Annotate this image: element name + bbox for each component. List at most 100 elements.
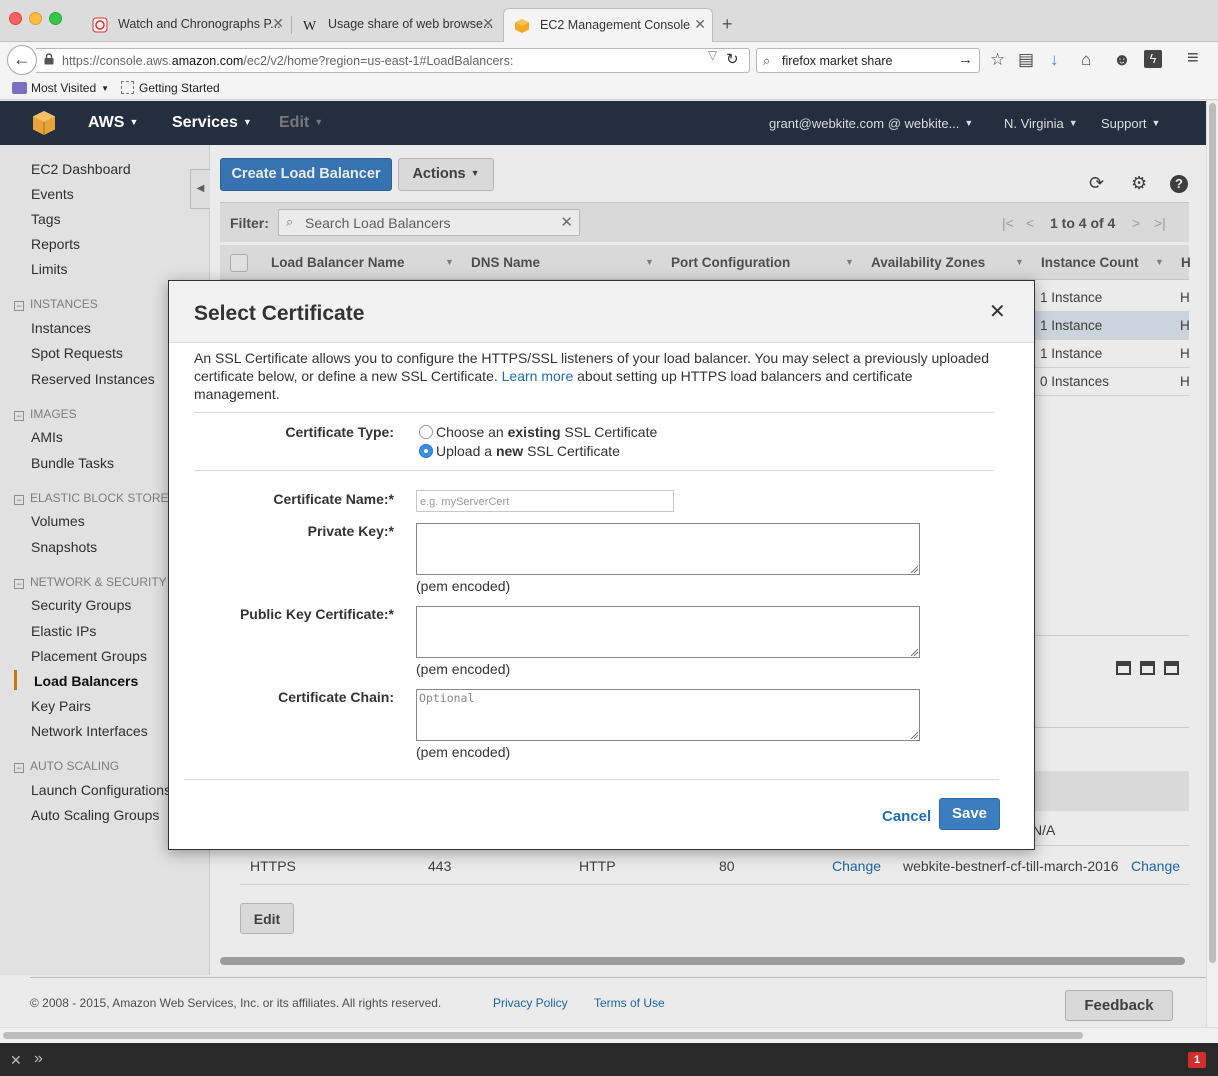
horizontal-scroll-thumb[interactable]: [3, 1032, 1083, 1039]
search-bar[interactable]: ⌕ firefox market share →: [756, 48, 980, 73]
folder-icon: [12, 82, 27, 94]
radio-label-bold: existing: [507, 424, 561, 440]
menu-icon[interactable]: ≡: [1187, 47, 1199, 70]
back-button[interactable]: ←: [7, 45, 37, 75]
aws-favicon-icon: [515, 19, 529, 33]
svg-text:W: W: [303, 19, 317, 33]
aws-cube-logo-icon[interactable]: [32, 110, 56, 136]
radio-label-bold: new: [495, 443, 524, 459]
bookmark-label: Most Visited: [31, 81, 97, 95]
vertical-scrollbar[interactable]: [1206, 101, 1218, 1027]
radio-new-certificate[interactable]: Upload a new SSL Certificate: [419, 443, 620, 459]
certificate-name-label: Certificate Name:*: [273, 491, 394, 507]
vertical-scroll-thumb[interactable]: [1209, 103, 1216, 963]
edit-menu[interactable]: Edit ▼: [279, 114, 323, 132]
private-key-label: Private Key:*: [307, 523, 394, 539]
browser-tab[interactable]: W Usage share of web browse... ✕: [292, 8, 500, 42]
radio-label: Choose an: [436, 424, 504, 440]
double-chevron-icon[interactable]: »: [34, 1050, 43, 1068]
close-icon[interactable]: ✕: [989, 302, 1006, 322]
radio-existing-certificate[interactable]: Choose an existing SSL Certificate: [419, 424, 657, 440]
radio-label: SSL Certificate: [527, 443, 620, 459]
public-key-certificate-label: Public Key Certificate:*: [239, 606, 394, 622]
home-icon[interactable]: ⌂: [1081, 50, 1091, 70]
chevron-down-icon: ▼: [129, 117, 139, 127]
chevron-down-icon: ▼: [242, 117, 252, 127]
page-icon: [121, 81, 134, 94]
divider: [194, 412, 994, 413]
url-prefix: https://console.aws.: [62, 54, 172, 68]
reload-icon[interactable]: ↻: [726, 50, 739, 68]
radio-button-selected[interactable]: [419, 444, 433, 458]
url-domain: amazon.com: [171, 54, 244, 68]
services-menu[interactable]: Services ▼: [172, 114, 252, 132]
certificate-type-label: Certificate Type:: [285, 424, 394, 440]
tab-title: Usage share of web browse...: [328, 17, 494, 31]
edit-menu-label: Edit: [279, 114, 310, 131]
bookmark-most-visited[interactable]: Most Visited ▼: [12, 81, 109, 95]
page-horizontal-scrollbar[interactable]: [0, 1027, 1218, 1043]
select-certificate-dialog: Select Certificate ✕ An SSL Certificate …: [168, 280, 1035, 850]
bookmarks-toolbar: Most Visited ▼ Getting Started: [0, 78, 1218, 100]
browser-tab[interactable]: Watch and Chronographs P... ✕: [82, 8, 290, 42]
tab-close-icon[interactable]: ✕: [272, 15, 284, 32]
resize-handle-icon[interactable]: [910, 648, 918, 656]
chevron-down-icon: ▼: [101, 84, 110, 93]
divider: [194, 470, 994, 471]
chevron-down-icon: ▼: [964, 118, 974, 128]
reading-list-icon[interactable]: ▤: [1018, 50, 1034, 70]
pem-hint: (pem encoded): [416, 578, 511, 594]
browser-status-bar: ✕ » 1: [0, 1043, 1218, 1076]
url-dropdown-icon[interactable]: ▽: [708, 48, 717, 62]
search-go-icon[interactable]: →: [958, 51, 973, 68]
region-menu[interactable]: N. Virginia ▼: [1004, 116, 1078, 131]
dialog-title: Select Certificate: [194, 302, 365, 325]
browser-tab-active[interactable]: EC2 Management Console ✕: [503, 8, 713, 42]
tab-title: Watch and Chronographs P...: [118, 17, 281, 31]
aws-nav-bar: AWS ▼ Services ▼ Edit ▼ grant@webkite.com @…: [0, 101, 1206, 145]
certificate-chain-label: Certificate Chain:: [278, 689, 394, 705]
window-minimize-button[interactable]: [29, 12, 42, 25]
radio-label: SSL Certificate: [564, 424, 658, 440]
url-path: /ec2/v2/home?region=us-east-1#LoadBalanc…: [243, 54, 514, 68]
support-menu[interactable]: Support ▼: [1101, 116, 1160, 131]
resize-handle-icon[interactable]: [910, 565, 918, 573]
window-close-button[interactable]: [9, 12, 22, 25]
new-tab-icon[interactable]: +: [722, 14, 733, 35]
downloads-icon[interactable]: ↓: [1050, 50, 1059, 70]
notification-badge[interactable]: 1: [1188, 1052, 1206, 1068]
public-key-certificate-textarea[interactable]: [416, 606, 920, 658]
dialog-description: An SSL Certificate allows you to configu…: [194, 349, 1002, 403]
chain-placeholder: Optional: [419, 691, 475, 705]
private-key-textarea[interactable]: [416, 523, 920, 575]
learn-more-link[interactable]: Learn more: [502, 368, 574, 384]
cancel-button[interactable]: Cancel: [882, 808, 931, 825]
watch-favicon-icon: [92, 17, 108, 33]
bookmark-star-icon[interactable]: ☆: [990, 50, 1005, 70]
search-value: firefox market share: [782, 54, 893, 68]
window-zoom-button[interactable]: [49, 12, 62, 25]
certificate-chain-textarea[interactable]: Optional: [416, 689, 920, 741]
chevron-down-icon: ▼: [314, 117, 324, 127]
flash-plugin-icon[interactable]: ϟ: [1144, 50, 1162, 68]
aws-menu[interactable]: AWS ▼: [88, 114, 138, 132]
chat-icon[interactable]: ☻: [1113, 50, 1131, 70]
radio-button[interactable]: [419, 425, 433, 439]
certificate-name-input[interactable]: e.g. myServerCert: [416, 490, 674, 512]
pem-hint: (pem encoded): [416, 744, 511, 760]
pem-hint: (pem encoded): [416, 661, 511, 677]
tab-close-icon[interactable]: ✕: [482, 15, 494, 32]
save-button[interactable]: Save: [939, 798, 1000, 830]
chevron-down-icon: ▼: [1151, 118, 1161, 128]
account-menu[interactable]: grant@webkite.com @ webkite... ▼: [769, 116, 973, 131]
chevron-down-icon: ▼: [1068, 118, 1078, 128]
url-bar[interactable]: https://console.aws.amazon.com/ec2/v2/ho…: [36, 48, 750, 73]
lock-icon: [44, 53, 54, 65]
aws-menu-label: AWS: [88, 114, 125, 131]
tab-close-icon[interactable]: ✕: [694, 16, 706, 33]
close-icon[interactable]: ✕: [10, 1052, 22, 1069]
wikipedia-favicon-icon: W: [303, 19, 317, 33]
resize-handle-icon[interactable]: [910, 731, 918, 739]
radio-label: Upload a: [436, 443, 493, 459]
bookmark-getting-started[interactable]: Getting Started: [121, 81, 220, 95]
